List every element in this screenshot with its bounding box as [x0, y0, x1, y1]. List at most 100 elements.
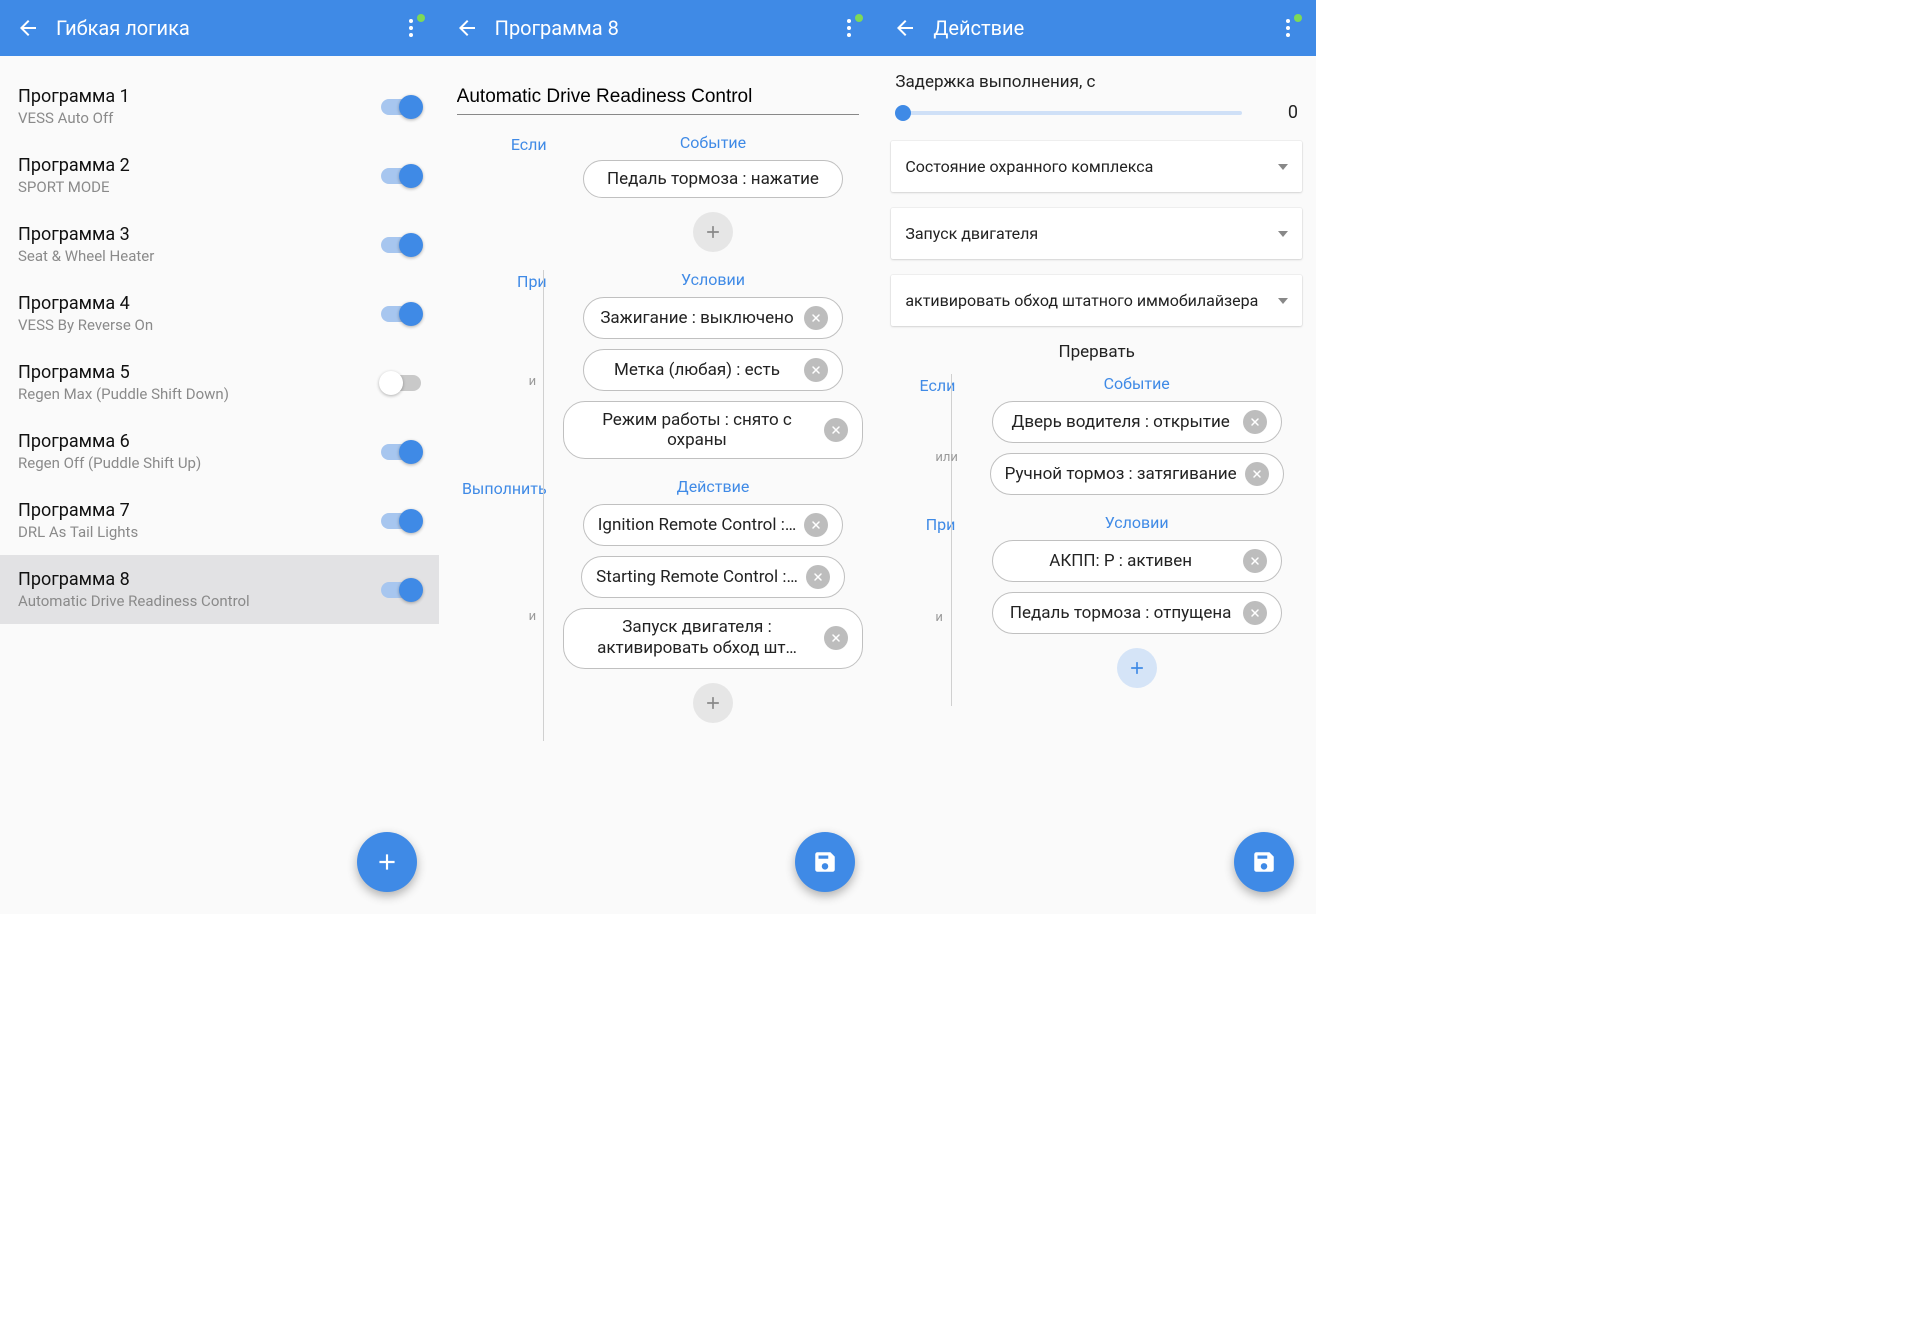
program-subtitle: VESS Auto Off	[18, 109, 381, 127]
screen-program-editor: Программа 8 Если Событие Педаль тормоза …	[439, 0, 878, 914]
overflow-menu-button[interactable]	[391, 8, 431, 48]
dropdown[interactable]: активировать обход штатного иммобилайзер…	[891, 275, 1302, 326]
program-row[interactable]: Программа 2 SPORT MODE	[0, 141, 439, 210]
chip[interactable]: Педаль тормоза : нажатие	[583, 160, 843, 198]
program-toggle[interactable]	[381, 444, 421, 460]
program-title: Программа 8	[18, 569, 381, 590]
delay-slider[interactable]	[895, 111, 1242, 115]
connector-and: и	[529, 374, 537, 389]
program-text: Программа 1 VESS Auto Off	[18, 86, 381, 127]
save-fab[interactable]	[795, 832, 855, 892]
chevron-down-icon	[1278, 298, 1288, 304]
appbar-title: Действие	[933, 16, 1268, 40]
editor-scroll[interactable]: Если Событие Педаль тормоза : нажатие Пр…	[439, 56, 878, 914]
label-if: Если	[447, 133, 557, 154]
add-program-fab[interactable]	[357, 832, 417, 892]
chip-delete-button[interactable]	[1245, 462, 1269, 486]
program-row[interactable]: Программа 7 DRL As Tail Lights	[0, 486, 439, 555]
chip[interactable]: Метка (любая) : есть	[583, 349, 843, 391]
program-toggle[interactable]	[381, 375, 421, 391]
program-toggle[interactable]	[381, 513, 421, 529]
program-text: Программа 5 Regen Max (Puddle Shift Down…	[18, 362, 381, 403]
slider-thumb[interactable]	[895, 105, 911, 121]
program-text: Программа 6 Regen Off (Puddle Shift Up)	[18, 431, 381, 472]
chip-delete-button[interactable]	[804, 306, 828, 330]
chip-delete-button[interactable]	[1243, 410, 1267, 434]
program-row[interactable]: Программа 3 Seat & Wheel Heater	[0, 210, 439, 279]
add-chip-button[interactable]	[693, 683, 733, 723]
program-subtitle: Regen Max (Puddle Shift Down)	[18, 385, 381, 403]
program-row[interactable]: Программа 4 VESS By Reverse On	[0, 279, 439, 348]
chip[interactable]: Педаль тормоза : отпущена	[992, 592, 1282, 634]
arrow-back-icon	[893, 16, 917, 40]
chip[interactable]: Запуск двигателя : активировать обход шт…	[563, 608, 863, 669]
program-row[interactable]: Программа 5 Regen Max (Puddle Shift Down…	[0, 348, 439, 417]
connector-and: и	[529, 609, 537, 624]
label-when: При	[447, 270, 557, 291]
back-button[interactable]	[447, 8, 487, 48]
save-fab[interactable]	[1234, 832, 1294, 892]
chip[interactable]: Режим работы : снято с охраны	[563, 401, 863, 459]
appbar: Программа 8	[439, 0, 878, 56]
connector-and: и	[935, 610, 943, 625]
chip[interactable]: Дверь водителя : открытие	[992, 401, 1282, 443]
chip-delete-button[interactable]	[824, 626, 848, 650]
chip[interactable]: Ignition Remote Control :…	[583, 504, 843, 546]
screen-action-editor: Действие Задержка выполнения, с 0 Состоя…	[877, 0, 1316, 914]
chip-text: Дверь водителя : открытие	[1007, 412, 1235, 432]
interrupt-heading: Прервать	[877, 342, 1316, 362]
chip-delete-button[interactable]	[1243, 601, 1267, 625]
heading-condition: Условии	[557, 270, 870, 289]
appbar: Гибкая логика	[0, 0, 439, 56]
chip-text: Педаль тормоза : отпущена	[1007, 603, 1235, 623]
screen-flex-logic: Гибкая логика Программа 1 VESS Auto Off …	[0, 0, 439, 914]
program-toggle[interactable]	[381, 582, 421, 598]
chip-delete-button[interactable]	[1243, 549, 1267, 573]
chip-delete-button[interactable]	[806, 565, 830, 589]
dropdown-label: Запуск двигателя	[905, 224, 1278, 243]
chip-delete-button[interactable]	[804, 358, 828, 382]
overflow-menu-button[interactable]	[1268, 8, 1308, 48]
program-subtitle: Regen Off (Puddle Shift Up)	[18, 454, 381, 472]
program-toggle[interactable]	[381, 99, 421, 115]
dropdown[interactable]: Состояние охранного комплекса	[891, 141, 1302, 192]
program-list-scroll[interactable]: Программа 1 VESS Auto Off Программа 2 SP…	[0, 56, 439, 914]
chip[interactable]: Зажигание : выключено	[583, 297, 843, 339]
chip-delete-button[interactable]	[824, 418, 848, 442]
label-when: При	[885, 513, 965, 534]
program-title: Программа 7	[18, 500, 381, 521]
label-if: Если	[885, 374, 965, 395]
program-row[interactable]: Программа 6 Regen Off (Puddle Shift Up)	[0, 417, 439, 486]
program-subtitle: DRL As Tail Lights	[18, 523, 381, 541]
chip[interactable]: АКПП: P : активен	[992, 540, 1282, 582]
more-vert-icon	[409, 19, 413, 37]
program-name-input[interactable]	[457, 80, 860, 115]
action-scroll[interactable]: Задержка выполнения, с 0 Состояние охран…	[877, 56, 1316, 914]
program-row[interactable]: Программа 1 VESS Auto Off	[0, 72, 439, 141]
program-toggle[interactable]	[381, 306, 421, 322]
notification-badge	[417, 14, 425, 22]
dropdown[interactable]: Запуск двигателя	[891, 208, 1302, 259]
program-toggle[interactable]	[381, 237, 421, 253]
chip[interactable]: Ручной тормоз : затягивание	[990, 453, 1284, 495]
chip-text: Педаль тормоза : нажатие	[598, 169, 828, 189]
program-title: Программа 5	[18, 362, 381, 383]
overflow-menu-button[interactable]	[829, 8, 869, 48]
add-chip-button[interactable]	[1117, 648, 1157, 688]
program-toggle[interactable]	[381, 168, 421, 184]
back-button[interactable]	[8, 8, 48, 48]
program-title: Программа 3	[18, 224, 381, 245]
heading-event: Событие	[965, 374, 1308, 393]
chip-text: Starting Remote Control :…	[596, 567, 798, 587]
chip[interactable]: Starting Remote Control :…	[581, 556, 845, 598]
heading-action: Действие	[557, 477, 870, 496]
program-title: Программа 6	[18, 431, 381, 452]
chip-text: Зажигание : выключено	[598, 308, 796, 328]
program-row[interactable]: Программа 8 Automatic Drive Readiness Co…	[0, 555, 439, 624]
arrow-back-icon	[16, 16, 40, 40]
program-text: Программа 7 DRL As Tail Lights	[18, 500, 381, 541]
back-button[interactable]	[885, 8, 925, 48]
heading-condition: Условии	[965, 513, 1308, 532]
chip-delete-button[interactable]	[804, 513, 828, 537]
add-chip-button[interactable]	[693, 212, 733, 252]
